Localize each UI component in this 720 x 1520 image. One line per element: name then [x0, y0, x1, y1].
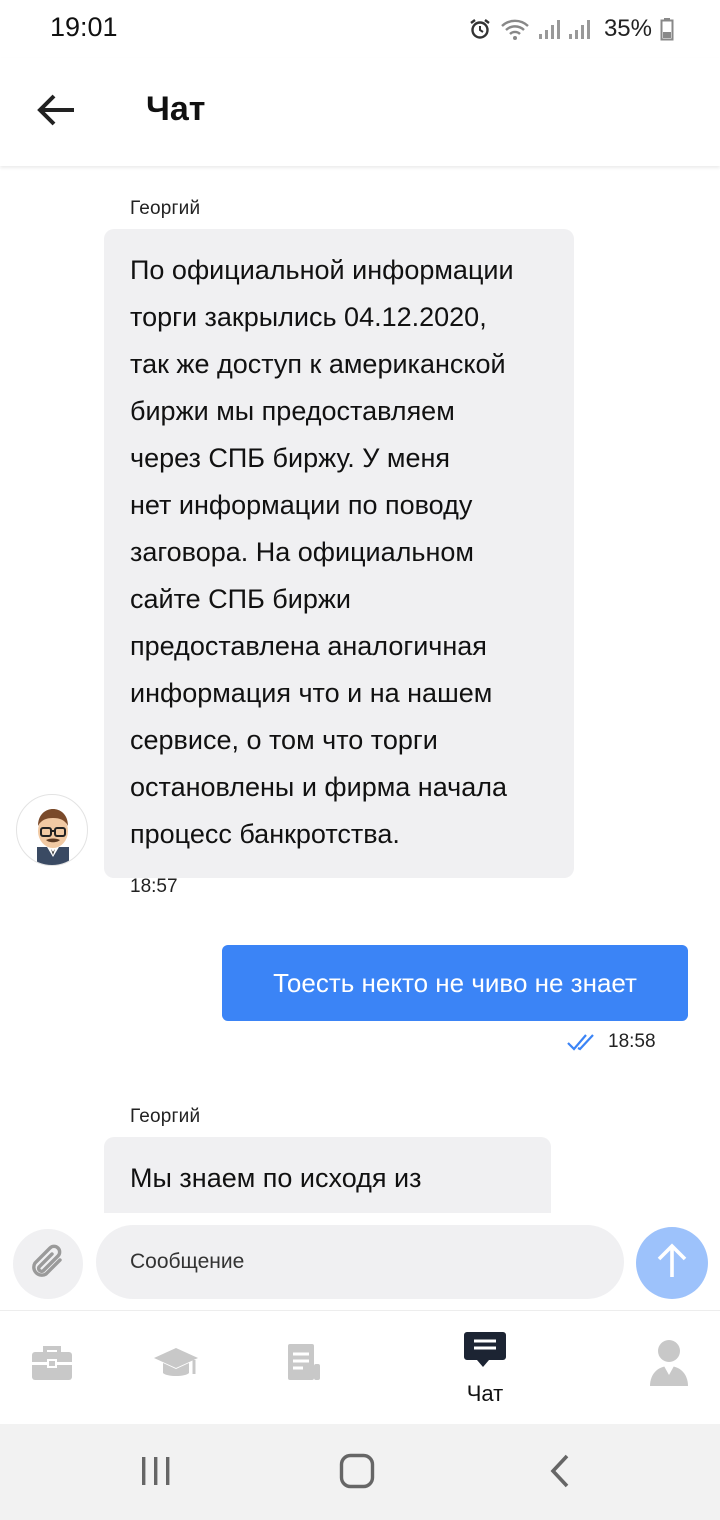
- tab-profile[interactable]: [634, 1311, 704, 1425]
- battery-icon: [660, 17, 674, 41]
- system-navigation-bar: [0, 1424, 720, 1520]
- message-time: 18:58: [608, 1031, 656, 1052]
- document-icon: [278, 1342, 324, 1389]
- message-line: процесс банкротства.: [130, 819, 400, 849]
- avatar[interactable]: [16, 794, 88, 866]
- message-text: Тоесть некто не чиво не знает: [273, 967, 637, 998]
- chat-icon: [463, 1330, 507, 1375]
- recent-apps-button[interactable]: [126, 1448, 186, 1498]
- arrow-up-icon: [655, 1242, 689, 1284]
- message-line: остановлены и фирма начала: [130, 772, 507, 802]
- status-icons: 35%: [468, 12, 674, 46]
- tab-chat[interactable]: Чат: [440, 1311, 530, 1425]
- bottom-tab-bar: Чат: [0, 1310, 720, 1424]
- message-input[interactable]: [96, 1225, 624, 1299]
- alarm-icon: [468, 17, 492, 41]
- sender-name: Георгий: [130, 198, 201, 219]
- back-button[interactable]: [28, 86, 84, 138]
- tab-learning[interactable]: [138, 1311, 214, 1425]
- message-line: сайте СПБ биржи: [130, 584, 352, 614]
- message-line: По официальной информации: [130, 255, 514, 285]
- app-header: Чат: [0, 58, 720, 166]
- home-icon: [339, 1453, 375, 1494]
- message-line: информация что и на нашем: [130, 678, 493, 708]
- home-button[interactable]: [327, 1448, 387, 1498]
- recent-apps-icon: [139, 1456, 173, 1491]
- double-check-icon: [566, 1032, 598, 1057]
- profile-icon: [647, 1338, 691, 1393]
- message-line: биржи мы предоставляем: [130, 396, 455, 426]
- tab-label: Чат: [466, 1380, 504, 1406]
- sender-name: Георгий: [130, 1106, 201, 1127]
- message-time: 18:57: [130, 876, 178, 897]
- message-line: заговора. На официальном: [130, 537, 474, 567]
- send-button[interactable]: [636, 1227, 708, 1299]
- message-line: торги закрылись 04.12.2020,: [130, 302, 487, 332]
- tab-documents[interactable]: [266, 1311, 336, 1425]
- incoming-message-bubble[interactable]: Мы знаем по исходя из: [104, 1137, 551, 1213]
- wifi-icon: [500, 17, 530, 41]
- signal-icon: [568, 18, 590, 40]
- chevron-left-icon: [548, 1454, 572, 1493]
- message-composer: [0, 1213, 720, 1310]
- page-title: Чат: [146, 90, 206, 128]
- paperclip-icon: [27, 1241, 69, 1288]
- status-bar: 19:01 35%: [0, 0, 720, 58]
- message-line: сервисе, о том что торги: [130, 725, 438, 755]
- back-nav-button[interactable]: [530, 1448, 590, 1498]
- message-line: через СПБ биржу. У меня: [130, 443, 451, 473]
- message-line: предоставлена аналогичная: [130, 631, 487, 661]
- outgoing-message-bubble[interactable]: Тоесть некто не чиво не знает: [222, 945, 688, 1021]
- chat-messages[interactable]: Георгий По официальной информации торги …: [0, 166, 720, 1213]
- signal-icon: [538, 18, 560, 40]
- briefcase-icon: [30, 1344, 74, 1387]
- battery-level: 35%: [603, 15, 652, 42]
- message-line: Мы знаем по исходя из: [130, 1163, 422, 1193]
- message-line: так же доступ к американской: [130, 349, 506, 379]
- status-time: 19:01: [50, 12, 118, 42]
- arrow-left-icon: [36, 93, 76, 132]
- graduation-cap-icon: [152, 1344, 200, 1387]
- message-line: нет информации по поводу: [130, 490, 473, 520]
- tab-portfolio[interactable]: [16, 1311, 88, 1425]
- attach-button[interactable]: [13, 1229, 83, 1299]
- incoming-message-bubble[interactable]: По официальной информации торги закрылис…: [104, 229, 574, 878]
